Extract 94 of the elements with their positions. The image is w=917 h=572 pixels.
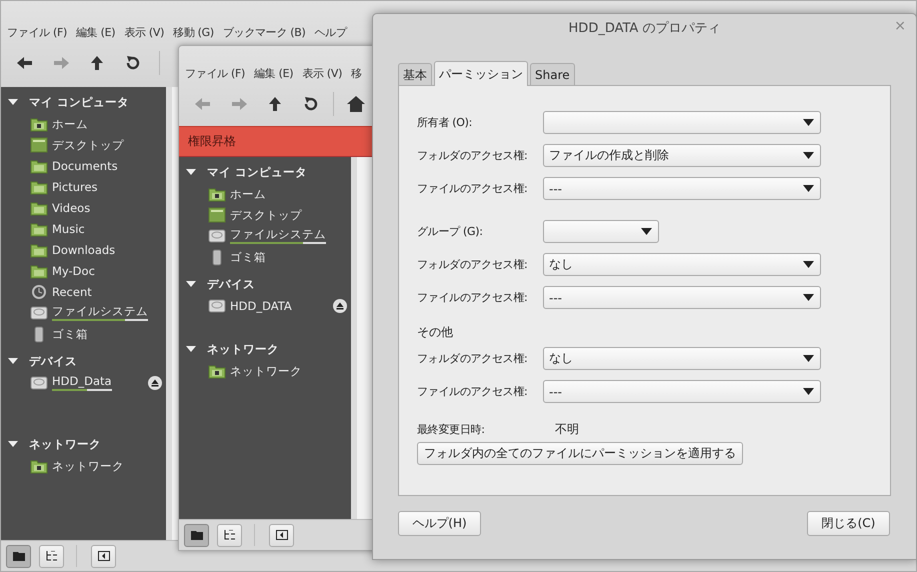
sidebar-item[interactable]: HDD_DATA xyxy=(230,298,292,312)
drive-icon xyxy=(30,374,48,392)
field-label: フォルダのアクセス権: xyxy=(417,257,528,272)
sidebar-item[interactable]: Downloads xyxy=(52,242,116,256)
caret-icon xyxy=(803,355,814,362)
section-title: マイ コンピュータ xyxy=(29,94,130,110)
tree-icon xyxy=(46,551,58,561)
sidebar-item[interactable]: ホーム xyxy=(230,186,266,200)
menu-item[interactable]: 表示 (V) xyxy=(124,25,164,45)
clock-icon xyxy=(30,282,48,300)
field-label: ファイルのアクセス権: xyxy=(417,384,528,399)
section-title: マイ コンピュータ xyxy=(207,164,308,180)
sidebar-item[interactable]: ファイルシステム xyxy=(230,227,326,241)
field-label: ファイルのアクセス権: xyxy=(417,290,528,305)
field-label: フォルダのアクセス権: xyxy=(417,148,528,163)
dropdown[interactable]: --- xyxy=(543,177,821,200)
sidebar-item[interactable]: デスクトップ xyxy=(52,138,124,152)
caret-icon xyxy=(641,228,652,235)
menu-item[interactable]: ファイル (F) xyxy=(7,25,68,45)
drive-icon xyxy=(208,226,226,244)
field-label: グループ (G): xyxy=(417,224,484,239)
sidebar-item[interactable]: Documents xyxy=(52,158,118,172)
sidebar-toggle-icon xyxy=(98,551,110,561)
menu-item[interactable]: 編集 (E) xyxy=(254,66,294,86)
sidebar-item[interactable]: HDD_Data xyxy=(52,374,112,388)
expander-icon[interactable] xyxy=(186,345,196,353)
folder-icon xyxy=(12,551,24,561)
sidebar-item[interactable]: ゴミ箱 xyxy=(52,326,88,340)
menu-item[interactable]: 表示 (V) xyxy=(302,66,342,86)
caret-icon xyxy=(803,388,814,395)
tree-view-button[interactable] xyxy=(39,544,64,568)
menu-item[interactable]: ヘルプ xyxy=(314,25,347,45)
sidebar-item[interactable]: ホーム xyxy=(52,116,88,130)
tree-view-button[interactable] xyxy=(217,524,242,546)
help-button[interactable]: ヘルプ(H) xyxy=(398,511,481,536)
home-icon[interactable] xyxy=(346,94,366,114)
dialog-title: HDD_DATA のプロパティ xyxy=(568,20,720,37)
sidebar-item[interactable]: デスクトップ xyxy=(230,208,302,222)
sidebar-toggle-button[interactable] xyxy=(269,524,294,546)
sidebar-item[interactable]: Music xyxy=(52,222,85,236)
sidebar-item[interactable]: My-Doc xyxy=(52,264,95,278)
sidebar-item[interactable]: ネットワーク xyxy=(230,364,302,378)
modified-value: 不明 xyxy=(555,420,579,438)
menu-item[interactable]: 移 xyxy=(351,66,362,86)
desktop-icon xyxy=(208,206,226,224)
caret-icon xyxy=(803,152,814,159)
tab[interactable]: 基本 xyxy=(398,63,432,85)
caret-icon xyxy=(803,261,814,268)
expander-icon[interactable] xyxy=(186,280,196,288)
caret-icon xyxy=(803,294,814,301)
section-title: ネットワーク xyxy=(207,342,279,356)
sidebar-toggle-icon xyxy=(276,530,288,540)
eject-icon[interactable] xyxy=(333,299,347,313)
section-heading: その他 xyxy=(417,324,454,341)
expander-icon[interactable] xyxy=(8,98,18,106)
sidebar-item[interactable]: Recent xyxy=(52,284,92,298)
expander-icon[interactable] xyxy=(8,357,18,365)
close-dialog-button[interactable]: 閉じる(C) xyxy=(807,511,890,536)
tab[interactable]: Share xyxy=(530,63,575,85)
menu-item[interactable]: ブックマーク (B) xyxy=(222,25,306,45)
sidebar-toggle-button[interactable] xyxy=(91,544,116,568)
dropdown[interactable]: --- xyxy=(543,286,821,309)
dropdown[interactable]: なし xyxy=(543,253,821,276)
menu-item[interactable]: 移動 (G) xyxy=(173,25,214,45)
sidebar-item[interactable]: ゴミ箱 xyxy=(230,250,266,264)
apply-button[interactable]: フォルダ内の全てのファイルにパーミッションを適用する xyxy=(417,442,743,465)
desktop-icon xyxy=(30,136,48,154)
section-title: ネットワーク xyxy=(29,436,101,452)
expander-icon[interactable] xyxy=(186,168,196,176)
menu-item[interactable]: ファイル (F) xyxy=(185,66,246,86)
places-view-button[interactable] xyxy=(6,544,31,568)
drive-icon xyxy=(30,304,48,322)
sidebar-item[interactable]: Videos xyxy=(52,200,90,214)
field-label: フォルダのアクセス権: xyxy=(417,351,528,366)
tab[interactable]: パーミッション xyxy=(434,61,528,86)
tree-icon xyxy=(224,530,236,540)
sidebar-item[interactable]: Pictures xyxy=(52,180,98,194)
sidebar-item[interactable]: ネットワーク xyxy=(52,458,124,472)
dropdown[interactable]: --- xyxy=(543,380,821,403)
section-title: デバイス xyxy=(207,276,255,292)
field-label: 最終変更日時: xyxy=(417,422,486,436)
field-label: ファイルのアクセス権: xyxy=(417,181,528,196)
drive-icon xyxy=(208,296,226,314)
expander-icon[interactable] xyxy=(8,440,18,448)
field-label: 所有者 (O): xyxy=(417,115,474,130)
eject-icon[interactable] xyxy=(148,376,162,390)
banner-text: 権限昇格 xyxy=(188,133,236,150)
sidebar-item[interactable]: ファイルシステム xyxy=(52,304,148,318)
places-view-button[interactable] xyxy=(184,524,209,546)
section-title: デバイス xyxy=(29,354,77,368)
dropdown[interactable]: なし xyxy=(543,347,821,370)
menu-item[interactable]: 編集 (E) xyxy=(76,25,116,45)
dropdown[interactable]: ファイルの作成と削除 xyxy=(543,144,821,167)
caret-icon xyxy=(803,185,814,192)
